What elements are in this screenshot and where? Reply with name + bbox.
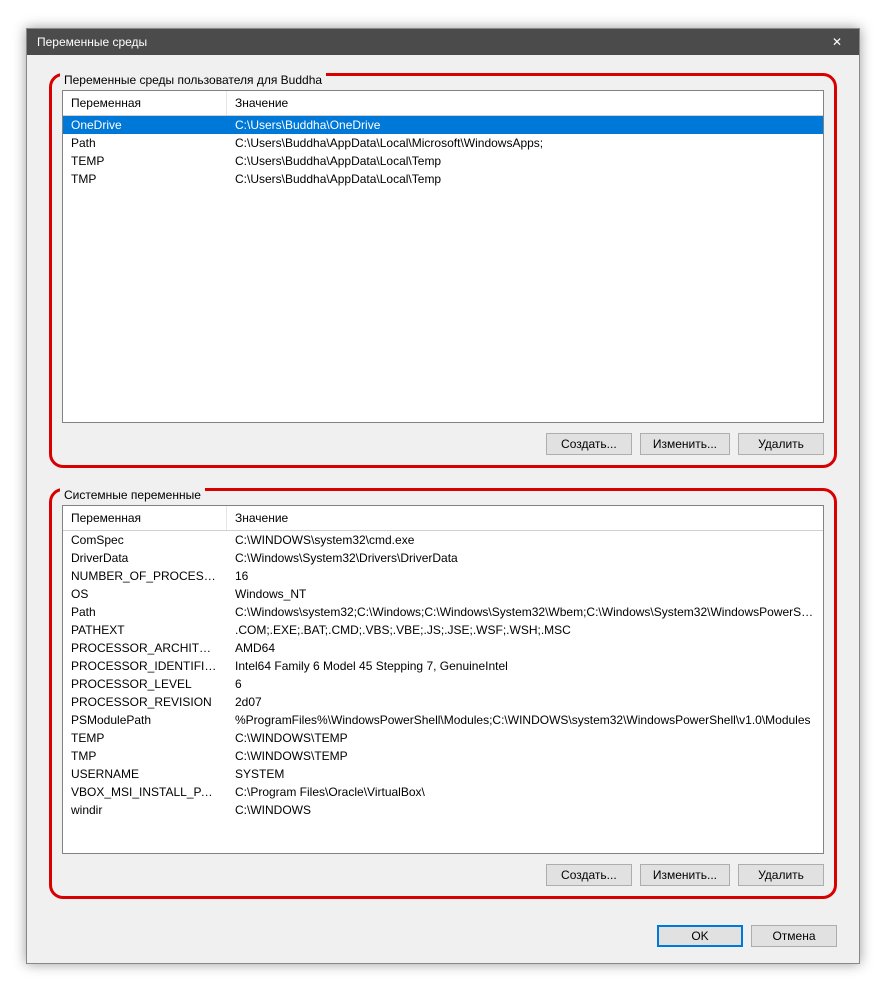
- var-name-cell: TEMP: [63, 152, 227, 170]
- var-value-cell: C:\WINDOWS\TEMP: [227, 747, 823, 765]
- table-row[interactable]: TMPC:\WINDOWS\TEMP: [63, 747, 823, 765]
- table-row[interactable]: USERNAMESYSTEM: [63, 765, 823, 783]
- var-name-cell: PROCESSOR_REVISION: [63, 693, 227, 711]
- var-value-cell: .COM;.EXE;.BAT;.CMD;.VBS;.VBE;.JS;.JSE;.…: [227, 621, 823, 639]
- var-value-cell: Windows_NT: [227, 585, 823, 603]
- env-vars-dialog: Переменные среды ✕ Переменные среды поль…: [26, 28, 860, 964]
- table-row[interactable]: PathC:\Users\Buddha\AppData\Local\Micros…: [63, 134, 823, 152]
- dialog-body: Переменные среды пользователя для Buddha…: [27, 55, 859, 963]
- system-vars-listview[interactable]: Переменная Значение ComSpecC:\WINDOWS\sy…: [62, 505, 824, 854]
- var-name-cell: USERNAME: [63, 765, 227, 783]
- var-value-cell: Intel64 Family 6 Model 45 Stepping 7, Ge…: [227, 657, 823, 675]
- cancel-button[interactable]: Отмена: [751, 925, 837, 947]
- var-value-cell: C:\Windows\System32\Drivers\DriverData: [227, 549, 823, 567]
- system-vars-rows: ComSpecC:\WINDOWS\system32\cmd.exeDriver…: [63, 531, 823, 853]
- var-name-cell: DriverData: [63, 549, 227, 567]
- user-vars-listview[interactable]: Переменная Значение OneDriveC:\Users\Bud…: [62, 90, 824, 423]
- user-delete-button[interactable]: Удалить: [738, 433, 824, 455]
- var-name-cell: OneDrive: [63, 116, 227, 134]
- var-value-cell: 16: [227, 567, 823, 585]
- var-value-cell: C:\Users\Buddha\AppData\Local\Temp: [227, 152, 823, 170]
- var-name-cell: PROCESSOR_ARCHITECTURE: [63, 639, 227, 657]
- user-vars-group: Переменные среды пользователя для Buddha…: [49, 73, 837, 468]
- titlebar-title: Переменные среды: [37, 35, 147, 49]
- col-header-name[interactable]: Переменная: [63, 91, 227, 115]
- var-name-cell: windir: [63, 801, 227, 819]
- var-value-cell: C:\Users\Buddha\OneDrive: [227, 116, 823, 134]
- user-buttons: Создать... Изменить... Удалить: [62, 433, 824, 455]
- var-name-cell: PATHEXT: [63, 621, 227, 639]
- var-name-cell: PROCESSOR_IDENTIFIER: [63, 657, 227, 675]
- var-name-cell: ComSpec: [63, 531, 227, 549]
- ok-button[interactable]: OK: [657, 925, 743, 947]
- table-row[interactable]: PROCESSOR_LEVEL6: [63, 675, 823, 693]
- table-row[interactable]: TEMPC:\Users\Buddha\AppData\Local\Temp: [63, 152, 823, 170]
- table-row[interactable]: ComSpecC:\WINDOWS\system32\cmd.exe: [63, 531, 823, 549]
- var-name-cell: TEMP: [63, 729, 227, 747]
- user-edit-button[interactable]: Изменить...: [640, 433, 730, 455]
- system-create-button[interactable]: Создать...: [546, 864, 632, 886]
- table-row[interactable]: NUMBER_OF_PROCESSORS16: [63, 567, 823, 585]
- var-value-cell: C:\WINDOWS: [227, 801, 823, 819]
- var-value-cell: AMD64: [227, 639, 823, 657]
- table-row[interactable]: OSWindows_NT: [63, 585, 823, 603]
- user-vars-label: Переменные среды пользователя для Buddha: [60, 73, 326, 87]
- var-name-cell: VBOX_MSI_INSTALL_PATH: [63, 783, 227, 801]
- var-value-cell: %ProgramFiles%\WindowsPowerShell\Modules…: [227, 711, 823, 729]
- table-row[interactable]: PSModulePath%ProgramFiles%\WindowsPowerS…: [63, 711, 823, 729]
- table-row[interactable]: TEMPC:\WINDOWS\TEMP: [63, 729, 823, 747]
- table-row[interactable]: OneDriveC:\Users\Buddha\OneDrive: [63, 116, 823, 134]
- var-value-cell: C:\Users\Buddha\AppData\Local\Microsoft\…: [227, 134, 823, 152]
- var-name-cell: TMP: [63, 170, 227, 188]
- var-value-cell: C:\Users\Buddha\AppData\Local\Temp: [227, 170, 823, 188]
- var-value-cell: 2d07: [227, 693, 823, 711]
- system-vars-header: Переменная Значение: [63, 506, 823, 531]
- var-name-cell: PROCESSOR_LEVEL: [63, 675, 227, 693]
- user-create-button[interactable]: Создать...: [546, 433, 632, 455]
- system-delete-button[interactable]: Удалить: [738, 864, 824, 886]
- system-buttons: Создать... Изменить... Удалить: [62, 864, 824, 886]
- user-vars-rows: OneDriveC:\Users\Buddha\OneDrivePathC:\U…: [63, 116, 823, 422]
- var-name-cell: NUMBER_OF_PROCESSORS: [63, 567, 227, 585]
- var-value-cell: C:\Program Files\Oracle\VirtualBox\: [227, 783, 823, 801]
- table-row[interactable]: PROCESSOR_IDENTIFIERIntel64 Family 6 Mod…: [63, 657, 823, 675]
- var-value-cell: 6: [227, 675, 823, 693]
- var-name-cell: TMP: [63, 747, 227, 765]
- table-row[interactable]: DriverDataC:\Windows\System32\Drivers\Dr…: [63, 549, 823, 567]
- system-edit-button[interactable]: Изменить...: [640, 864, 730, 886]
- var-name-cell: Path: [63, 603, 227, 621]
- col-header-value[interactable]: Значение: [227, 91, 823, 115]
- table-row[interactable]: VBOX_MSI_INSTALL_PATHC:\Program Files\Or…: [63, 783, 823, 801]
- table-row[interactable]: PROCESSOR_REVISION2d07: [63, 693, 823, 711]
- var-name-cell: OS: [63, 585, 227, 603]
- table-row[interactable]: windirC:\WINDOWS: [63, 801, 823, 819]
- system-vars-group: Системные переменные Переменная Значение…: [49, 488, 837, 899]
- var-name-cell: Path: [63, 134, 227, 152]
- close-icon[interactable]: ✕: [815, 29, 859, 55]
- system-vars-label: Системные переменные: [60, 488, 205, 502]
- dialog-footer: OK Отмена: [49, 919, 837, 949]
- var-name-cell: PSModulePath: [63, 711, 227, 729]
- table-row[interactable]: TMPC:\Users\Buddha\AppData\Local\Temp: [63, 170, 823, 188]
- user-vars-header: Переменная Значение: [63, 91, 823, 116]
- var-value-cell: C:\WINDOWS\TEMP: [227, 729, 823, 747]
- var-value-cell: SYSTEM: [227, 765, 823, 783]
- table-row[interactable]: PROCESSOR_ARCHITECTUREAMD64: [63, 639, 823, 657]
- var-value-cell: C:\Windows\system32;C:\Windows;C:\Window…: [227, 603, 823, 621]
- col-header-value[interactable]: Значение: [227, 506, 823, 530]
- titlebar: Переменные среды ✕: [27, 29, 859, 55]
- col-header-name[interactable]: Переменная: [63, 506, 227, 530]
- var-value-cell: C:\WINDOWS\system32\cmd.exe: [227, 531, 823, 549]
- table-row[interactable]: PATHEXT.COM;.EXE;.BAT;.CMD;.VBS;.VBE;.JS…: [63, 621, 823, 639]
- table-row[interactable]: PathC:\Windows\system32;C:\Windows;C:\Wi…: [63, 603, 823, 621]
